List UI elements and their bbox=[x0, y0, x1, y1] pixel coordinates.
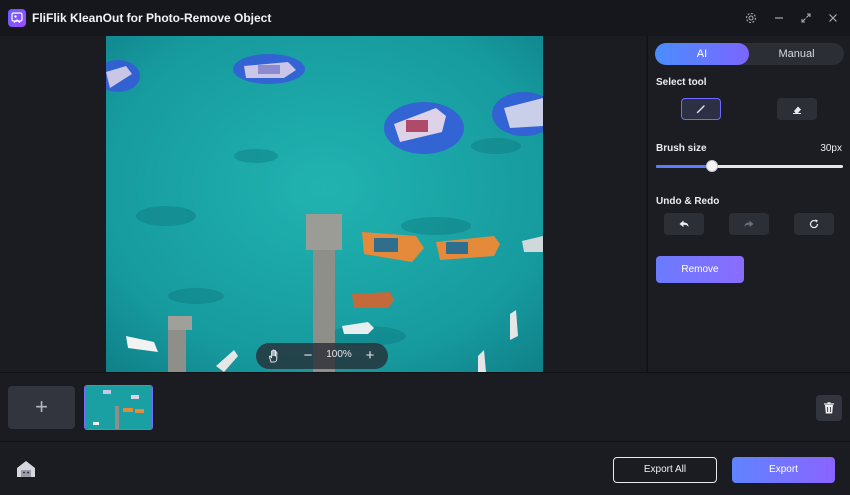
mode-ai-tab[interactable]: AI bbox=[655, 43, 749, 65]
brush-size-label: Brush size bbox=[656, 143, 707, 154]
brush-size-slider[interactable] bbox=[656, 160, 843, 172]
redo-icon bbox=[744, 220, 754, 227]
brush-tool-button[interactable] bbox=[681, 98, 721, 120]
minimize-button[interactable] bbox=[770, 9, 788, 27]
reset-button[interactable] bbox=[794, 213, 834, 235]
app-logo-icon bbox=[11, 12, 23, 23]
zoom-in-button[interactable]: + bbox=[362, 347, 378, 365]
zoom-out-button[interactable]: − bbox=[300, 347, 316, 365]
tool-panel: AI Manual Select tool Brush size 30px Un… bbox=[647, 36, 850, 372]
gear-icon bbox=[745, 12, 757, 24]
footer-bar: Export All Export bbox=[0, 442, 850, 495]
home-icon[interactable] bbox=[15, 458, 37, 480]
hand-icon[interactable] bbox=[266, 348, 282, 364]
zoom-bar: − 100% + bbox=[256, 343, 388, 369]
mode-toggle: AI Manual bbox=[655, 43, 844, 65]
thumbnail-image bbox=[85, 386, 152, 429]
thumbnail-strip: + bbox=[0, 373, 850, 441]
undo-icon bbox=[679, 220, 689, 227]
canvas-area[interactable]: − 100% + bbox=[0, 36, 646, 372]
eraser-icon bbox=[793, 106, 801, 114]
export-button[interactable]: Export bbox=[732, 457, 835, 483]
maximize-button[interactable] bbox=[797, 9, 815, 27]
export-all-button[interactable]: Export All bbox=[613, 457, 717, 483]
brush-size-slider-fill bbox=[656, 165, 713, 168]
photo-canvas[interactable] bbox=[106, 36, 543, 372]
undo-button[interactable] bbox=[664, 213, 704, 235]
aerial-sea-photo bbox=[106, 36, 543, 372]
add-image-button[interactable]: + bbox=[8, 386, 75, 429]
brush-size-slider-handle[interactable] bbox=[706, 160, 719, 172]
zoom-level: 100% bbox=[326, 349, 352, 360]
app-logo bbox=[8, 9, 26, 27]
minimize-icon bbox=[775, 17, 783, 19]
app-title: FliFlik KleanOut for Photo-Remove Object bbox=[32, 11, 272, 25]
settings-button[interactable] bbox=[742, 9, 760, 27]
select-tool-label: Select tool bbox=[656, 77, 707, 88]
close-button[interactable] bbox=[824, 9, 842, 27]
refresh-icon bbox=[809, 219, 819, 229]
brush-size-value: 30px bbox=[820, 143, 842, 154]
eraser-tool-button[interactable] bbox=[777, 98, 817, 120]
brush-icon bbox=[696, 105, 705, 114]
title-bar: FliFlik KleanOut for Photo-Remove Object bbox=[0, 0, 850, 36]
delete-image-button[interactable] bbox=[816, 395, 842, 421]
close-icon bbox=[829, 14, 837, 22]
image-thumbnail[interactable] bbox=[84, 385, 153, 430]
trash-icon bbox=[824, 402, 834, 414]
remove-button[interactable]: Remove bbox=[656, 256, 744, 283]
undo-redo-label: Undo & Redo bbox=[656, 196, 720, 207]
mode-manual-tab[interactable]: Manual bbox=[749, 43, 844, 65]
redo-button[interactable] bbox=[729, 213, 769, 235]
maximize-icon bbox=[801, 13, 811, 23]
